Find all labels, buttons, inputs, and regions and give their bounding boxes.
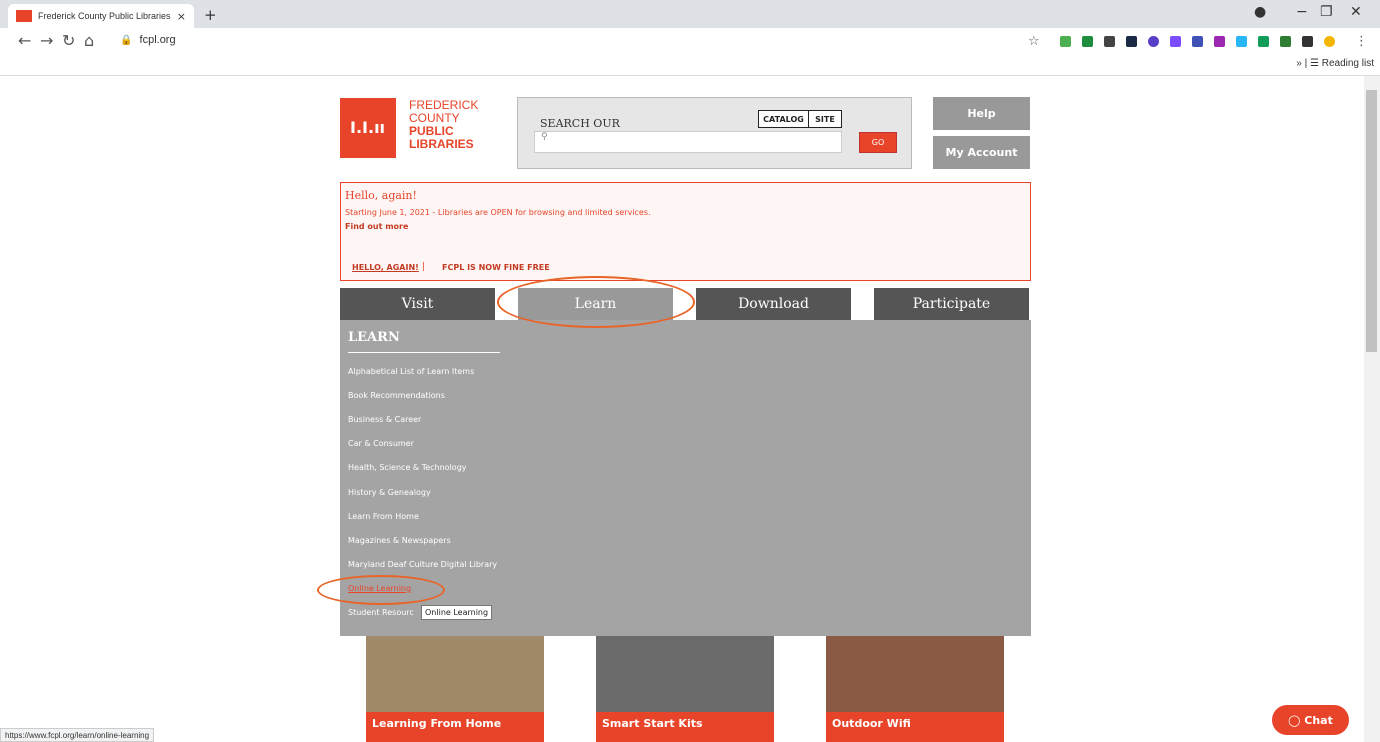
search-input[interactable]: ⚲ [534,131,842,153]
extension-icon[interactable] [1280,36,1291,47]
status-bar: https://www.fcpl.org/learn/online-learni… [0,728,155,742]
alert-separator: | [422,262,426,272]
tab-site[interactable]: SITE [808,110,842,128]
home-icon[interactable]: ⌂ [84,31,94,50]
profile-icon[interactable]: ● [1254,4,1266,20]
chat-button[interactable]: ◯ Chat [1272,705,1349,735]
bookmarks-bar [0,56,1380,76]
tab-catalog[interactable]: CATALOG [758,110,809,128]
mega-heading: LEARN [348,330,400,345]
chevron-right-icon[interactable]: » | ☰ [1296,58,1321,69]
extension-icon[interactable] [1126,36,1137,47]
card-image-learning[interactable] [366,636,544,712]
hello-again-link[interactable]: HELLO, AGAIN! [352,263,419,272]
search-go-button[interactable]: GO [859,132,897,153]
nav-visit[interactable]: Visit [340,288,495,320]
logo-text[interactable]: FREDERICK COUNTY PUBLIC LIBRARIES [409,99,478,151]
annotation-ring-learn [497,276,695,328]
annotation-ring-online-learning [317,575,445,605]
new-tab-button[interactable]: + [204,6,217,24]
logo-line: LIBRARIES [409,137,474,151]
extension-icon[interactable] [1258,36,1269,47]
nav-participate[interactable]: Participate [874,288,1029,320]
mega-item[interactable]: Student Resourc [348,608,414,617]
mega-item[interactable]: Health, Science & Technology [348,463,467,472]
power-icon[interactable] [1324,36,1335,47]
chat-bubble-icon: ◯ [1288,713,1305,727]
card-caption[interactable]: Smart Start Kits [596,712,774,742]
mega-item[interactable]: Book Recommendations [348,391,445,400]
logo[interactable]: I.I.ıı [340,98,396,158]
minimize-icon[interactable]: − [1296,4,1308,20]
mega-item[interactable]: History & Genealogy [348,488,431,497]
help-button[interactable]: Help [933,97,1030,130]
url-text: fcpl.org [139,34,176,46]
card-caption[interactable]: Learning From Home [366,712,544,742]
card-image-smart-start[interactable] [596,636,774,712]
fine-free-link[interactable]: FCPL IS NOW FINE FREE [442,263,550,272]
extension-icon[interactable] [1170,36,1181,47]
close-window-icon[interactable]: ✕ [1350,4,1362,20]
my-account-button[interactable]: My Account [933,136,1030,169]
card-caption[interactable]: Outdoor Wifi [826,712,1004,742]
alert-title: Hello, again! [345,189,417,202]
bookmark-star-icon[interactable]: ☆ [1028,34,1040,49]
scrollbar-thumb[interactable] [1366,90,1377,352]
extension-icon[interactable] [1060,36,1071,47]
tab-title: Frederick County Public Libraries [38,11,171,21]
lock-icon: 🔒 [120,35,133,46]
favicon-icon [16,10,32,22]
extension-icon[interactable] [1214,36,1225,47]
tooltip: Online Learning [421,605,493,620]
logo-bars-icon: I.I.ıı [350,118,386,137]
reading-list-label: Reading list [1321,58,1374,69]
search-label: SEARCH OUR [540,117,620,130]
address-bar[interactable]: 🔒 fcpl.org [120,34,176,46]
mega-item[interactable]: Alphabetical List of Learn Items [348,367,474,376]
mega-item[interactable]: Learn From Home [348,512,419,521]
extension-icon[interactable] [1236,36,1247,47]
restore-icon[interactable]: ❐ [1320,4,1333,20]
mega-item[interactable]: Magazines & Newspapers [348,536,451,545]
mega-divider [348,352,500,353]
browser-tab-bar: Frederick County Public Libraries × + ● … [0,0,1380,28]
menu-dots-icon[interactable]: ⋮ [1355,34,1368,49]
reading-list-button[interactable]: » | ☰ Reading list [1296,58,1374,69]
chat-label: Chat [1304,713,1333,727]
reload-icon[interactable]: ↻ [62,31,75,50]
mega-item[interactable]: Car & Consumer [348,439,414,448]
find-out-more-link[interactable]: Find out more [345,222,408,231]
extension-icon[interactable] [1082,36,1093,47]
search-icon: ⚲ [541,132,548,142]
browser-tab[interactable]: Frederick County Public Libraries × [8,4,194,28]
extension-icon[interactable] [1104,36,1115,47]
card-image-wifi[interactable] [826,636,1004,712]
extensions-puzzle-icon[interactable] [1302,36,1313,47]
mega-item[interactable]: Business & Career [348,415,421,424]
extension-icon[interactable] [1192,36,1203,47]
alert-body: Starting June 1, 2021 - Libraries are OP… [345,208,651,217]
forward-icon[interactable]: → [40,31,53,50]
nav-download[interactable]: Download [696,288,851,320]
close-tab-icon[interactable]: × [177,10,186,23]
back-icon[interactable]: ← [18,31,31,50]
extension-icon[interactable] [1148,36,1159,47]
mega-item[interactable]: Maryland Deaf Culture Digital Library [348,560,497,569]
